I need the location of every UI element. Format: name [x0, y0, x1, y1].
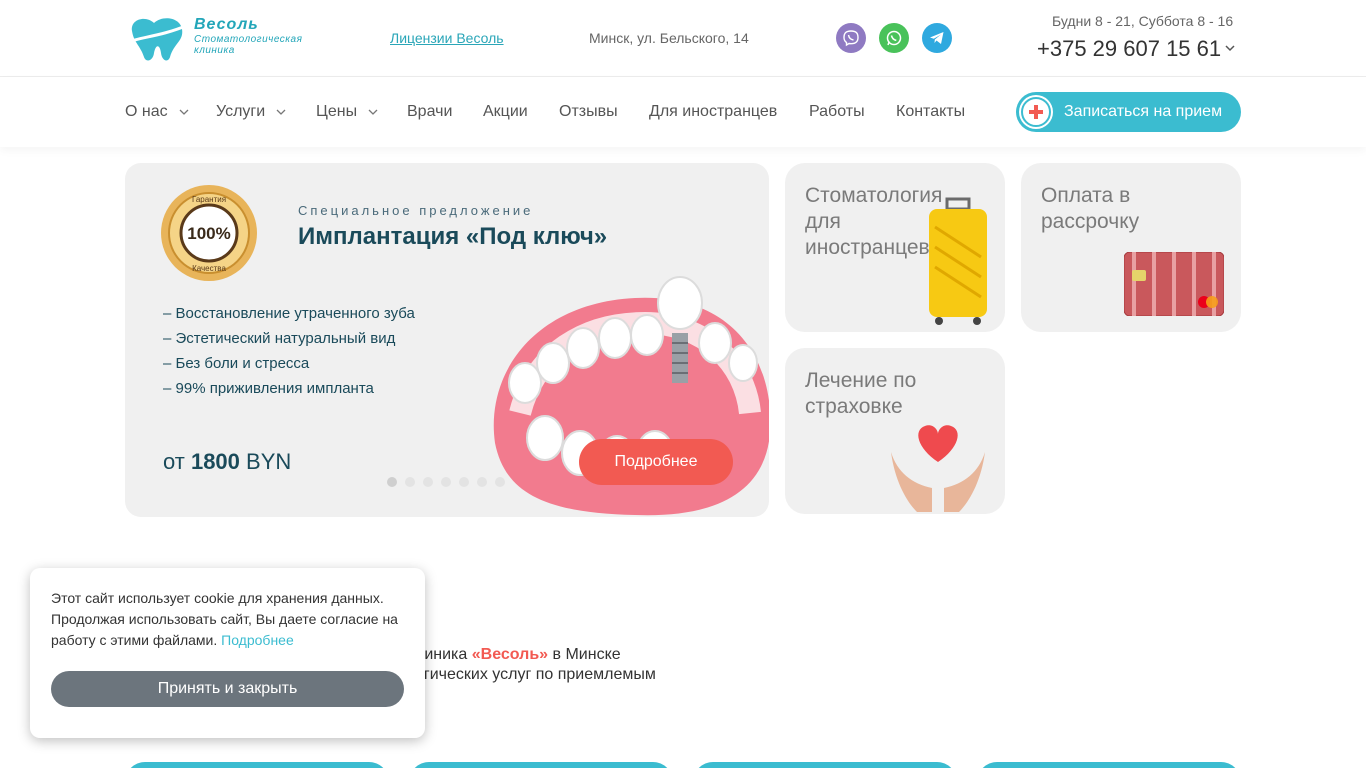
nav-item-label: Для иностранцев — [649, 103, 778, 120]
viber-icon[interactable] — [836, 23, 866, 53]
nav-item-about[interactable]: О нас — [125, 103, 190, 121]
suitcase-icon — [929, 197, 987, 325]
license-link[interactable]: Лицензии Весоль — [390, 30, 504, 46]
hero-bullet: – Эстетический натуральный вид — [163, 330, 396, 347]
book-appointment-button[interactable]: Записаться на прием — [1016, 92, 1241, 132]
logo-name: Весоль — [194, 16, 259, 33]
seal-value: 100% — [187, 224, 230, 243]
price-value: 1800 — [190, 449, 240, 474]
seal-bottom-text: Качества — [192, 264, 226, 273]
category-pill[interactable] — [977, 762, 1241, 768]
nav-item-label: Цены — [316, 103, 358, 120]
guarantee-seal-icon: 100% Гарантия Качества — [161, 185, 257, 281]
phone-number[interactable]: +375 29 607 15 61 — [1037, 36, 1221, 62]
nav-item-prices[interactable]: Цены — [316, 103, 379, 121]
logo-subtitle-2: клиника — [194, 45, 235, 56]
nav-item-label: О нас — [125, 103, 168, 120]
nav-item-label: Услуги — [216, 103, 266, 120]
slider-dot[interactable] — [387, 477, 397, 487]
price-currency: BYN — [246, 449, 292, 474]
hero-kicker: Специальное предложение — [298, 203, 534, 218]
cookie-banner: Этот сайт использует cookie для хранения… — [30, 568, 425, 738]
whatsapp-icon[interactable] — [879, 23, 909, 53]
price-prefix: от — [163, 449, 185, 474]
card-insurance[interactable]: Лечение по страховке — [785, 348, 1005, 514]
top-header: Весоль Стоматологическая клиника Лицензи… — [0, 0, 1366, 77]
hero-bullet: – 99% приживления импланта — [163, 380, 374, 397]
book-appointment-label: Записаться на прием — [1064, 103, 1223, 120]
nav-item-services[interactable]: Услуги — [216, 103, 287, 121]
slider-dot[interactable] — [477, 477, 487, 487]
category-pill[interactable] — [409, 762, 673, 768]
logo[interactable]: Весоль Стоматологическая клиника — [124, 12, 314, 64]
cookie-text: Этот сайт использует cookie для хранения… — [51, 588, 411, 651]
chevron-down-icon — [276, 109, 286, 115]
hero-bullet: – Восстановление утраченного зуба — [163, 305, 415, 322]
hero-price: от 1800 BYN — [163, 449, 291, 475]
card-title: Лечение по страховке — [805, 369, 917, 418]
hero-title: Имплантация «Под ключ» — [298, 223, 608, 250]
chevron-down-icon — [368, 109, 378, 115]
card-title: Стоматология для иностранцев — [805, 184, 943, 259]
tooth-logo-icon — [125, 18, 189, 61]
working-hours: Будни 8 - 21, Суббота 8 - 16 — [1052, 13, 1234, 29]
nav-item-works[interactable]: Работы — [809, 103, 865, 121]
heart-hands-icon — [891, 425, 985, 512]
logo-subtitle-1: Стоматологическая — [194, 34, 303, 45]
cookie-accept-button[interactable]: Принять и закрыть — [51, 671, 404, 707]
nav-item-label: Врачи — [407, 103, 453, 120]
hero-bullet: – Без боли и стресса — [163, 355, 310, 372]
nav-item-label: Акции — [483, 103, 528, 120]
intro-fragment: огических услуг по приемлемым — [415, 666, 656, 683]
chevron-down-icon — [179, 109, 189, 115]
category-pill[interactable] — [125, 762, 389, 768]
address: Минск, ул. Бельского, 14 — [589, 30, 749, 46]
nav-item-doctors[interactable]: Врачи — [407, 103, 452, 121]
slider-dots — [387, 477, 505, 487]
card-installments[interactable]: Оплата в рассрочку — [1021, 163, 1241, 332]
category-pill[interactable] — [693, 762, 957, 768]
slider-dot[interactable] — [495, 477, 505, 487]
telegram-icon[interactable] — [922, 23, 952, 53]
card-foreigners-dentistry[interactable]: Стоматология для иностранцев — [785, 163, 1005, 332]
nav-item-label: Работы — [809, 103, 865, 120]
chevron-down-icon[interactable] — [1224, 42, 1236, 54]
hero-more-button[interactable]: Подробнее — [579, 439, 733, 485]
bank-card-icon — [1124, 252, 1224, 316]
nav-item-reviews[interactable]: Отзывы — [559, 103, 618, 121]
hero-slider[interactable]: 100% Гарантия Качества Специальное предл… — [125, 163, 769, 517]
nav-item-promotions[interactable]: Акции — [483, 103, 528, 121]
nav-item-foreigners[interactable]: Для иностранцев — [649, 103, 777, 121]
seal-top-text: Гарантия — [192, 195, 226, 204]
slider-dot[interactable] — [441, 477, 451, 487]
nav-item-label: Отзывы — [559, 103, 618, 120]
slider-dot[interactable] — [405, 477, 415, 487]
nav-item-contacts[interactable]: Контакты — [896, 103, 965, 121]
nav-item-label: Контакты — [896, 103, 966, 120]
medical-cross-icon — [1021, 97, 1051, 127]
slider-dot[interactable] — [459, 477, 469, 487]
intro-fragment: в Минске — [552, 646, 621, 663]
intro-brand: «Весоль» — [471, 646, 549, 663]
hero-bullets: – Восстановление утраченного зуба – Эсте… — [163, 301, 415, 401]
cookie-more-link[interactable]: Подробнее — [221, 632, 294, 648]
slider-dot[interactable] — [423, 477, 433, 487]
card-title: Оплата в рассрочку — [1041, 184, 1140, 233]
main-nav: О нас Услуги Цены Врачи Акции Отзывы Для… — [0, 77, 1366, 147]
